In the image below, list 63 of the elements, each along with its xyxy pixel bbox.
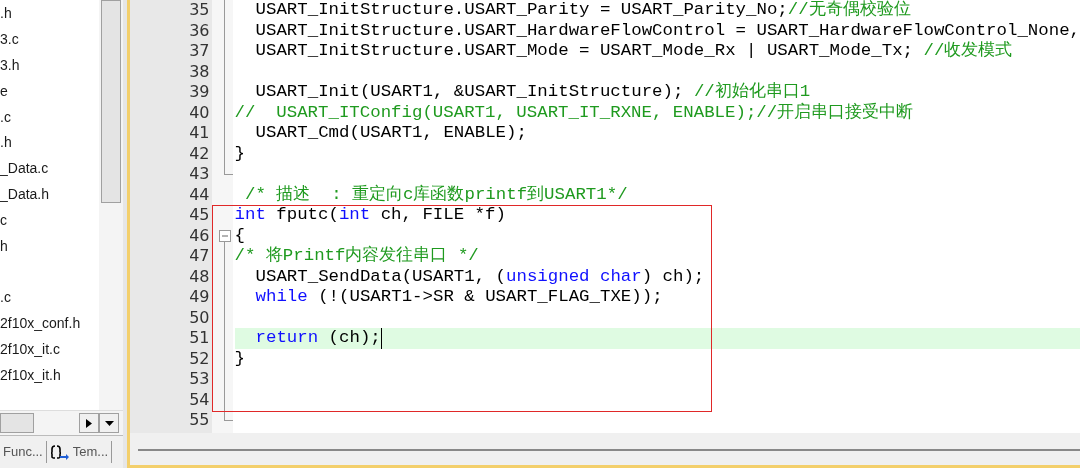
code-line: /* 将Printf内容发往串口 */ bbox=[234, 246, 479, 267]
dropdown-button[interactable] bbox=[99, 413, 120, 433]
code-line: USART_InitStructure.USART_Parity = USART_Parity_No;//无奇偶校验位 bbox=[255, 0, 911, 21]
scrollbar-thumb[interactable] bbox=[0, 413, 34, 433]
code-line: } bbox=[234, 143, 245, 164]
line-number: 39 bbox=[189, 82, 210, 101]
file-item[interactable]: .c bbox=[0, 287, 11, 309]
vertical-scrollbar[interactable] bbox=[99, 0, 124, 410]
line-number: 36 bbox=[189, 20, 210, 40]
file-item[interactable]: 2f10x_it.c bbox=[0, 338, 60, 360]
code-line: USART_SendData(USART1, (unsigned char) ch); bbox=[255, 266, 705, 287]
horizontal-scrollbar[interactable] bbox=[0, 410, 124, 435]
file-item[interactable]: .h bbox=[0, 3, 12, 25]
file-item[interactable]: _Data.h bbox=[0, 183, 50, 205]
file-item[interactable]: c bbox=[0, 209, 7, 231]
line-number: 51 bbox=[189, 328, 210, 347]
line-number: 49 bbox=[189, 287, 210, 306]
line-number: 47 bbox=[189, 246, 210, 265]
line-number: 41 bbox=[189, 123, 210, 142]
file-item[interactable]: 2f10x_it.h bbox=[0, 364, 61, 386]
file-item[interactable]: 3.c bbox=[0, 29, 19, 51]
code-line: // USART_ITConfig(USART1, USART_IT_RXNE, ENABLE);//开启串口接受中断 bbox=[234, 102, 914, 123]
code-line: /* 描述 : 重定向c库函数printf到USART1*/ bbox=[243, 184, 628, 205]
right-arrow-icon bbox=[86, 418, 93, 428]
code-line: } bbox=[234, 348, 245, 369]
file-item[interactable]: e bbox=[0, 80, 8, 102]
code-line: return (ch); bbox=[255, 328, 382, 349]
line-number: 35 bbox=[189, 0, 210, 19]
file-item[interactable]: h bbox=[0, 235, 8, 257]
code-line: USART_Cmd(USART1, ENABLE); bbox=[255, 123, 527, 144]
panel-tab[interactable]: Tem... bbox=[46, 441, 113, 463]
panel-tab[interactable]: Func... bbox=[0, 441, 47, 463]
code-line: int fputc(int ch, FILE *f) bbox=[234, 205, 506, 226]
file-item[interactable]: 2f10x_conf.h bbox=[0, 312, 81, 334]
file-item[interactable]: 3.h bbox=[0, 55, 20, 76]
line-number: 45 bbox=[189, 205, 210, 224]
line-number: 38 bbox=[189, 61, 210, 81]
code-line: { bbox=[234, 225, 245, 246]
line-number: 44 bbox=[189, 184, 210, 204]
scroll-right-button[interactable] bbox=[79, 413, 100, 433]
code-line: while (!(USART1->SR & USART_FLAG_TXE)); bbox=[255, 287, 663, 308]
file-item[interactable]: .c bbox=[0, 106, 11, 128]
code-line: USART_Init(USART1, &USART_InitStructure); //初始化串口1 bbox=[255, 82, 811, 102]
line-number: 55 bbox=[189, 410, 210, 429]
line-number: 48 bbox=[189, 266, 210, 286]
line-number: 53 bbox=[189, 369, 210, 388]
scrollbar-thumb[interactable] bbox=[101, 0, 122, 203]
code-line: USART_InitStructure.USART_HardwareFlowControl = USART_HardwareFlowControl_None, bbox=[255, 20, 1080, 41]
line-number: 43 bbox=[189, 164, 210, 183]
line-number: 40 bbox=[189, 102, 210, 122]
braces-arrow-icon bbox=[49, 444, 70, 460]
file-item[interactable]: .h bbox=[0, 132, 12, 154]
line-number: 46 bbox=[189, 225, 210, 245]
line-number: 52 bbox=[189, 348, 210, 368]
line-number: 54 bbox=[189, 389, 210, 409]
horizontal-scrollbar[interactable] bbox=[137, 449, 1080, 451]
file-item[interactable]: _Data.c bbox=[0, 158, 49, 180]
line-number: 37 bbox=[189, 41, 210, 60]
collapse-icon[interactable] bbox=[218, 229, 231, 242]
down-arrow-icon bbox=[104, 420, 114, 426]
line-number: 42 bbox=[189, 143, 210, 163]
line-number: 50 bbox=[189, 307, 210, 327]
code-line: USART_InitStructure.USART_Mode = USART_Mode_Rx | USART_Mode_Tx; //收发模式 bbox=[255, 41, 1013, 62]
